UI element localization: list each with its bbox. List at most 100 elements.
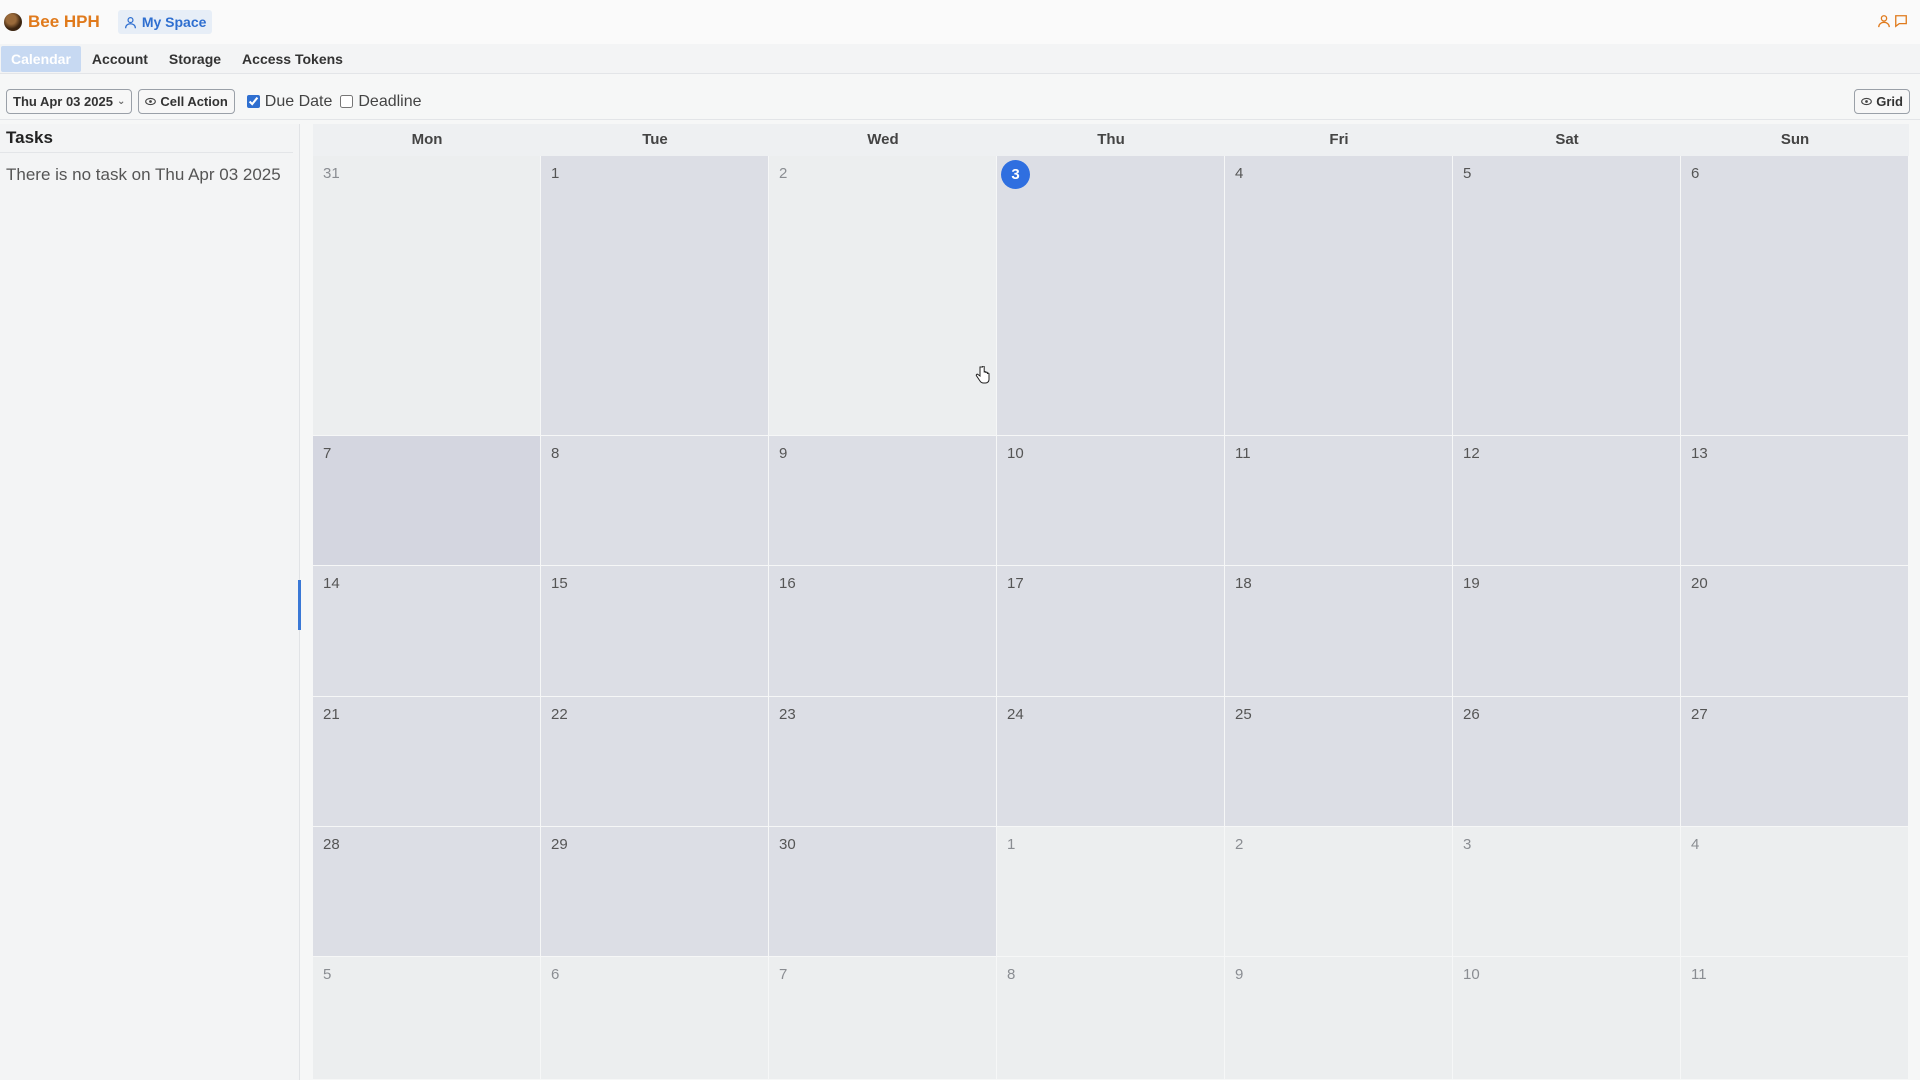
- day-number: 1: [1007, 836, 1016, 853]
- day-number: 10: [1007, 445, 1024, 462]
- date-select[interactable]: Thu Apr 03 2025 ⌄: [6, 89, 133, 114]
- calendar-week: 31 1 2 3 4 5 6: [313, 156, 1909, 436]
- day-cell[interactable]: 23: [769, 697, 997, 827]
- day-cell[interactable]: 3: [1453, 827, 1681, 957]
- cell-action-label: Cell Action: [160, 94, 228, 109]
- day-number: 14: [323, 575, 340, 592]
- day-cell[interactable]: 20: [1681, 566, 1909, 697]
- main-nav: Calendar Account Storage Access Tokens: [0, 44, 1920, 74]
- chevron-down-icon: ⌄: [116, 96, 126, 107]
- due-date-toggle[interactable]: Due Date: [246, 92, 333, 111]
- day-number: 18: [1235, 575, 1252, 592]
- day-number: 31: [323, 165, 340, 182]
- eye-icon: [145, 97, 157, 106]
- brand[interactable]: Bee HPH: [4, 12, 100, 32]
- brand-name: Bee HPH: [28, 12, 100, 31]
- top-right-actions: [1877, 14, 1908, 28]
- day-cell[interactable]: 31: [313, 156, 541, 436]
- weekday-sun: Sun: [1780, 131, 1810, 148]
- day-cell[interactable]: 5: [1453, 156, 1681, 436]
- day-cell[interactable]: 9: [1225, 957, 1453, 1080]
- my-space-button[interactable]: My Space: [117, 10, 213, 34]
- day-cell[interactable]: 2: [1225, 827, 1453, 957]
- day-cell[interactable]: 26: [1453, 697, 1681, 827]
- day-cell[interactable]: 27: [1681, 697, 1909, 827]
- day-cell[interactable]: 4: [1681, 827, 1909, 957]
- day-number: 4: [1691, 836, 1700, 853]
- date-select-value: Thu Apr 03 2025: [13, 94, 113, 109]
- day-number: 28: [323, 836, 340, 853]
- day-cell[interactable]: 12: [1453, 436, 1681, 566]
- day-cell[interactable]: 16: [769, 566, 997, 697]
- day-number: 7: [323, 445, 332, 462]
- day-number: 8: [551, 445, 560, 462]
- day-cell[interactable]: 2: [769, 156, 997, 436]
- day-cell-today[interactable]: 3: [997, 156, 1225, 436]
- day-cell[interactable]: 18: [1225, 566, 1453, 697]
- profile-icon[interactable]: [1877, 14, 1891, 28]
- day-cell[interactable]: 10: [997, 436, 1225, 566]
- eye-icon: [1861, 97, 1873, 106]
- day-cell[interactable]: 11: [1681, 957, 1909, 1080]
- day-cell[interactable]: 5: [313, 957, 541, 1080]
- weekday-wed: Wed: [867, 131, 899, 148]
- day-cell[interactable]: 4: [1225, 156, 1453, 436]
- chat-icon[interactable]: [1894, 14, 1908, 28]
- day-cell[interactable]: 8: [541, 436, 769, 566]
- day-cell[interactable]: 30: [769, 827, 997, 957]
- day-number: 15: [551, 575, 568, 592]
- panel-resize-handle[interactable]: [298, 580, 301, 630]
- day-cell[interactable]: 7: [313, 436, 541, 566]
- due-date-checkbox[interactable]: [246, 95, 260, 108]
- day-number: 6: [1691, 165, 1700, 182]
- my-space-label: My Space: [141, 14, 207, 30]
- tasks-title: Tasks: [0, 124, 293, 153]
- day-cell[interactable]: 29: [541, 827, 769, 957]
- day-cell[interactable]: 10: [1453, 957, 1681, 1080]
- day-number: 12: [1463, 445, 1480, 462]
- deadline-toggle[interactable]: Deadline: [340, 93, 422, 111]
- weekday-header: Mon Tue Wed Thu Fri Sat Sun: [313, 124, 1909, 156]
- day-cell[interactable]: 1: [997, 827, 1225, 957]
- day-number: 2: [1235, 836, 1244, 853]
- deadline-checkbox[interactable]: [340, 95, 354, 108]
- day-cell[interactable]: 7: [769, 957, 997, 1080]
- grid-view-button[interactable]: Grid: [1854, 89, 1910, 114]
- day-number: 11: [1691, 966, 1707, 983]
- day-cell[interactable]: 13: [1681, 436, 1909, 566]
- day-number: 13: [1691, 445, 1708, 462]
- tab-calendar[interactable]: Calendar: [1, 45, 81, 72]
- day-number: 9: [1235, 966, 1244, 983]
- day-cell[interactable]: 6: [1681, 156, 1909, 436]
- day-number: 27: [1691, 706, 1708, 723]
- day-number: 24: [1007, 706, 1024, 723]
- day-number: 26: [1463, 706, 1480, 723]
- day-cell[interactable]: 17: [997, 566, 1225, 697]
- day-number: 3: [1463, 836, 1472, 853]
- day-cell[interactable]: 19: [1453, 566, 1681, 697]
- day-number: 1: [551, 165, 560, 182]
- grid-label: Grid: [1876, 94, 1903, 109]
- tasks-panel: Tasks There is no task on Thu Apr 03 202…: [0, 124, 300, 1080]
- day-cell[interactable]: 24: [997, 697, 1225, 827]
- due-date-label: Due Date: [264, 92, 333, 110]
- day-cell[interactable]: 28: [313, 827, 541, 957]
- tab-account[interactable]: Account: [82, 46, 158, 72]
- day-number: 2: [779, 165, 788, 182]
- day-cell[interactable]: 9: [769, 436, 997, 566]
- day-cell[interactable]: 8: [997, 957, 1225, 1080]
- calendar-week: 28 29 30 1 2 3 4: [313, 827, 1909, 957]
- today-badge: 3: [1001, 160, 1030, 189]
- day-cell[interactable]: 15: [541, 566, 769, 697]
- tab-storage[interactable]: Storage: [159, 46, 231, 72]
- cell-action-button[interactable]: Cell Action: [138, 89, 235, 114]
- day-cell[interactable]: 22: [541, 697, 769, 827]
- day-cell[interactable]: 1: [541, 156, 769, 436]
- day-cell[interactable]: 6: [541, 957, 769, 1080]
- day-cell[interactable]: 25: [1225, 697, 1453, 827]
- tab-access-tokens[interactable]: Access Tokens: [232, 46, 353, 72]
- day-cell[interactable]: 21: [313, 697, 541, 827]
- user-icon: [124, 16, 136, 28]
- day-cell[interactable]: 14: [313, 566, 541, 697]
- day-cell[interactable]: 11: [1225, 436, 1453, 566]
